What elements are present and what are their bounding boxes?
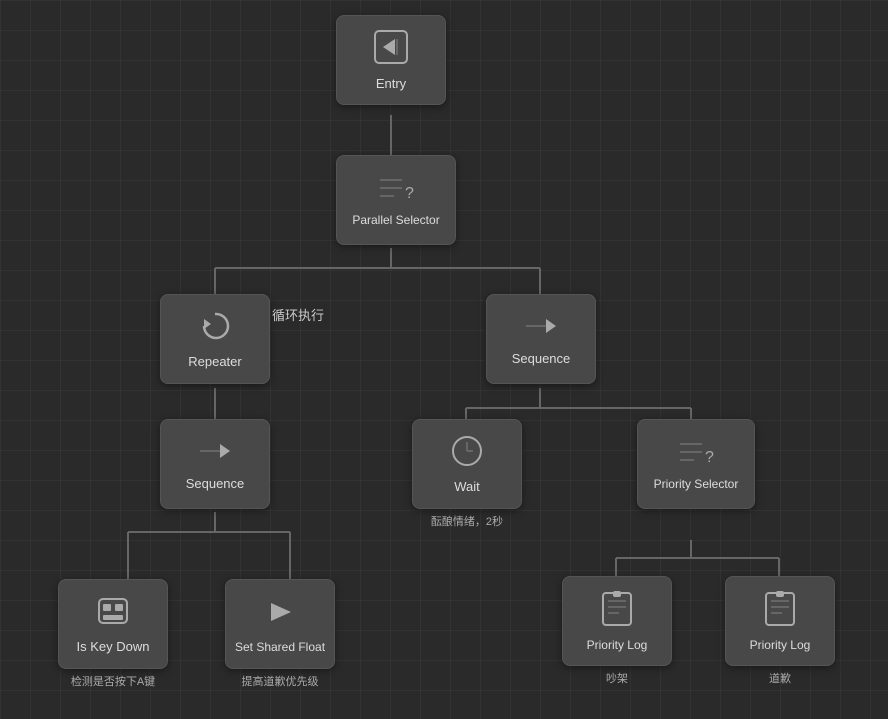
priority-log-1-label: Priority Log [587,638,648,652]
entry-icon [373,29,409,70]
is-key-down-icon [96,594,130,633]
is-key-down-label: Is Key Down [77,639,150,654]
sequence-right-box[interactable]: Sequence [486,294,596,384]
wait-sublabel: 酝酿情绪，2秒 [431,513,503,529]
set-shared-float-label: Set Shared Float [235,640,325,654]
is-key-down-node: Is Key Down 检测是否按下A键 [58,579,168,689]
sequence-right-node: Sequence [486,294,596,384]
repeater-node: Repeater [160,294,270,384]
sequence-right-icon [524,312,558,345]
priority-selector-label: Priority Selector [654,477,739,491]
priority-log-1-box[interactable]: Priority Log [562,576,672,666]
entry-node: Entry [336,15,446,105]
svg-text:?: ? [705,449,714,466]
repeater-box[interactable]: Repeater [160,294,270,384]
priority-log-1-icon [601,591,633,632]
priority-log-2-node: Priority Log 道歉 [725,576,835,686]
priority-log-2-label: Priority Log [750,638,811,652]
set-shared-float-box[interactable]: Set Shared Float [225,579,335,669]
parallel-selector-node: ? Parallel Selector [336,155,456,245]
repeater-icon [198,309,232,348]
is-key-down-box[interactable]: Is Key Down [58,579,168,669]
wait-label: Wait [454,479,480,494]
entry-label: Entry [376,76,406,91]
set-shared-float-node: Set Shared Float 提高道歉优先级 [225,579,335,689]
wait-icon [450,434,484,473]
svg-text:?: ? [405,185,414,202]
priority-log-2-icon [764,591,796,632]
priority-selector-box[interactable]: ? Priority Selector [637,419,755,509]
priority-log-2-sublabel: 道歉 [769,670,791,686]
priority-selector-icon: ? [678,438,714,471]
parallel-selector-box[interactable]: ? Parallel Selector [336,155,456,245]
wait-box[interactable]: Wait [412,419,522,509]
sequence-left-node: Sequence [160,419,270,509]
parallel-selector-label: Parallel Selector [352,213,439,227]
sequence-left-box[interactable]: Sequence [160,419,270,509]
sequence-left-label: Sequence [186,476,245,491]
sequence-left-icon [198,437,232,470]
parallel-selector-icon: ? [378,174,414,207]
is-key-down-sublabel: 检测是否按下A键 [71,673,155,689]
loop-annotation: 循环执行 [272,305,324,324]
sequence-right-label: Sequence [512,351,571,366]
priority-selector-node: ? Priority Selector [637,419,755,509]
wait-node: Wait 酝酿情绪，2秒 [412,419,522,529]
priority-log-2-box[interactable]: Priority Log [725,576,835,666]
set-shared-float-icon [263,595,297,634]
set-shared-float-sublabel: 提高道歉优先级 [242,673,319,689]
repeater-label: Repeater [188,354,241,369]
priority-log-1-node: Priority Log 吵架 [562,576,672,686]
priority-log-1-sublabel: 吵架 [606,670,628,686]
entry-box[interactable]: Entry [336,15,446,105]
